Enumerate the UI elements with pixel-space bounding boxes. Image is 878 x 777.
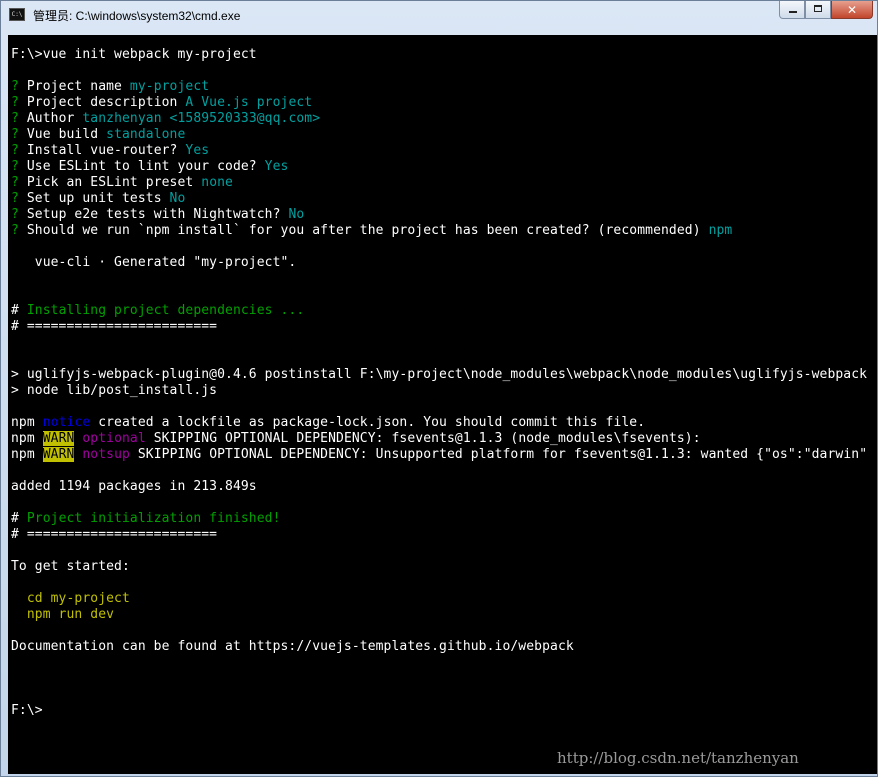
command-line: F:\>vue init webpack my-project [11, 47, 257, 62]
documentation-line: Documentation can be found at https://vu… [11, 639, 574, 654]
added-packages-line: added 1194 packages in 213.849s [11, 479, 257, 494]
prompt-npm-install: ? Should we run `npm install` for you af… [11, 223, 733, 238]
window-title: 管理员: C:\windows\system32\cmd.exe [33, 9, 241, 23]
console-output[interactable]: F:\>vue init webpack my-project ? Projec… [8, 35, 877, 774]
cd-command-line: cd my-project [11, 591, 130, 606]
installing-line: # Installing project dependencies ... [11, 303, 305, 318]
npm-notice-line: npm notice created a lockfile as package… [11, 415, 646, 430]
prompt-eslint-preset: ? Pick an ESLint preset none [11, 175, 233, 190]
minimize-button[interactable] [779, 1, 805, 19]
close-icon: ✕ [846, 3, 858, 17]
rule-line: # ======================== [11, 527, 218, 542]
finished-line: # Project initialization finished! [11, 511, 281, 526]
cmd-window: C:\ 管理员: C:\windows\system32\cmd.exe ✕ F… [0, 0, 878, 777]
window-controls: ✕ [779, 1, 873, 20]
npm-run-dev-line: npm run dev [11, 607, 115, 622]
prompt-e2e-tests: ? Setup e2e tests with Nightwatch? No [11, 207, 305, 222]
cmd-icon[interactable]: C:\ [9, 8, 25, 21]
watermark: http://blog.csdn.net/tanzhenyan [557, 749, 799, 767]
prompt-project-description: ? Project description A Vue.js project [11, 95, 313, 110]
close-button[interactable]: ✕ [831, 1, 873, 19]
prompt-unit-tests: ? Set up unit tests No [11, 191, 186, 206]
prompt-author: ? Author tanzhenyan <1589520333@qq.com> [11, 111, 321, 126]
generated-line: vue-cli · Generated "my-project". [11, 255, 297, 270]
final-prompt[interactable]: F:\> [11, 703, 43, 719]
maximize-icon [814, 5, 822, 12]
title-bar[interactable]: C:\ 管理员: C:\windows\system32\cmd.exe ✕ [1, 1, 877, 30]
npm-warn-optional-line: npm WARN optional SKIPPING OPTIONAL DEPE… [11, 431, 701, 446]
postinstall-line: > uglifyjs-webpack-plugin@0.4.6 postinst… [11, 367, 868, 382]
get-started-line: To get started: [11, 559, 130, 574]
rule-line: # ======================== [11, 319, 218, 334]
minimize-icon [789, 11, 797, 13]
npm-warn-notsup-line: npm WARN notsup SKIPPING OPTIONAL DEPEND… [11, 447, 868, 462]
node-command-line: > node lib/post_install.js [11, 383, 218, 398]
prompt-vue-build: ? Vue build standalone [11, 127, 186, 142]
maximize-button[interactable] [805, 1, 831, 19]
prompt-project-name: ? Project name my-project [11, 79, 210, 94]
prompt-vue-router: ? Install vue-router? Yes [11, 143, 210, 158]
prompt-eslint: ? Use ESLint to lint your code? Yes [11, 159, 289, 174]
